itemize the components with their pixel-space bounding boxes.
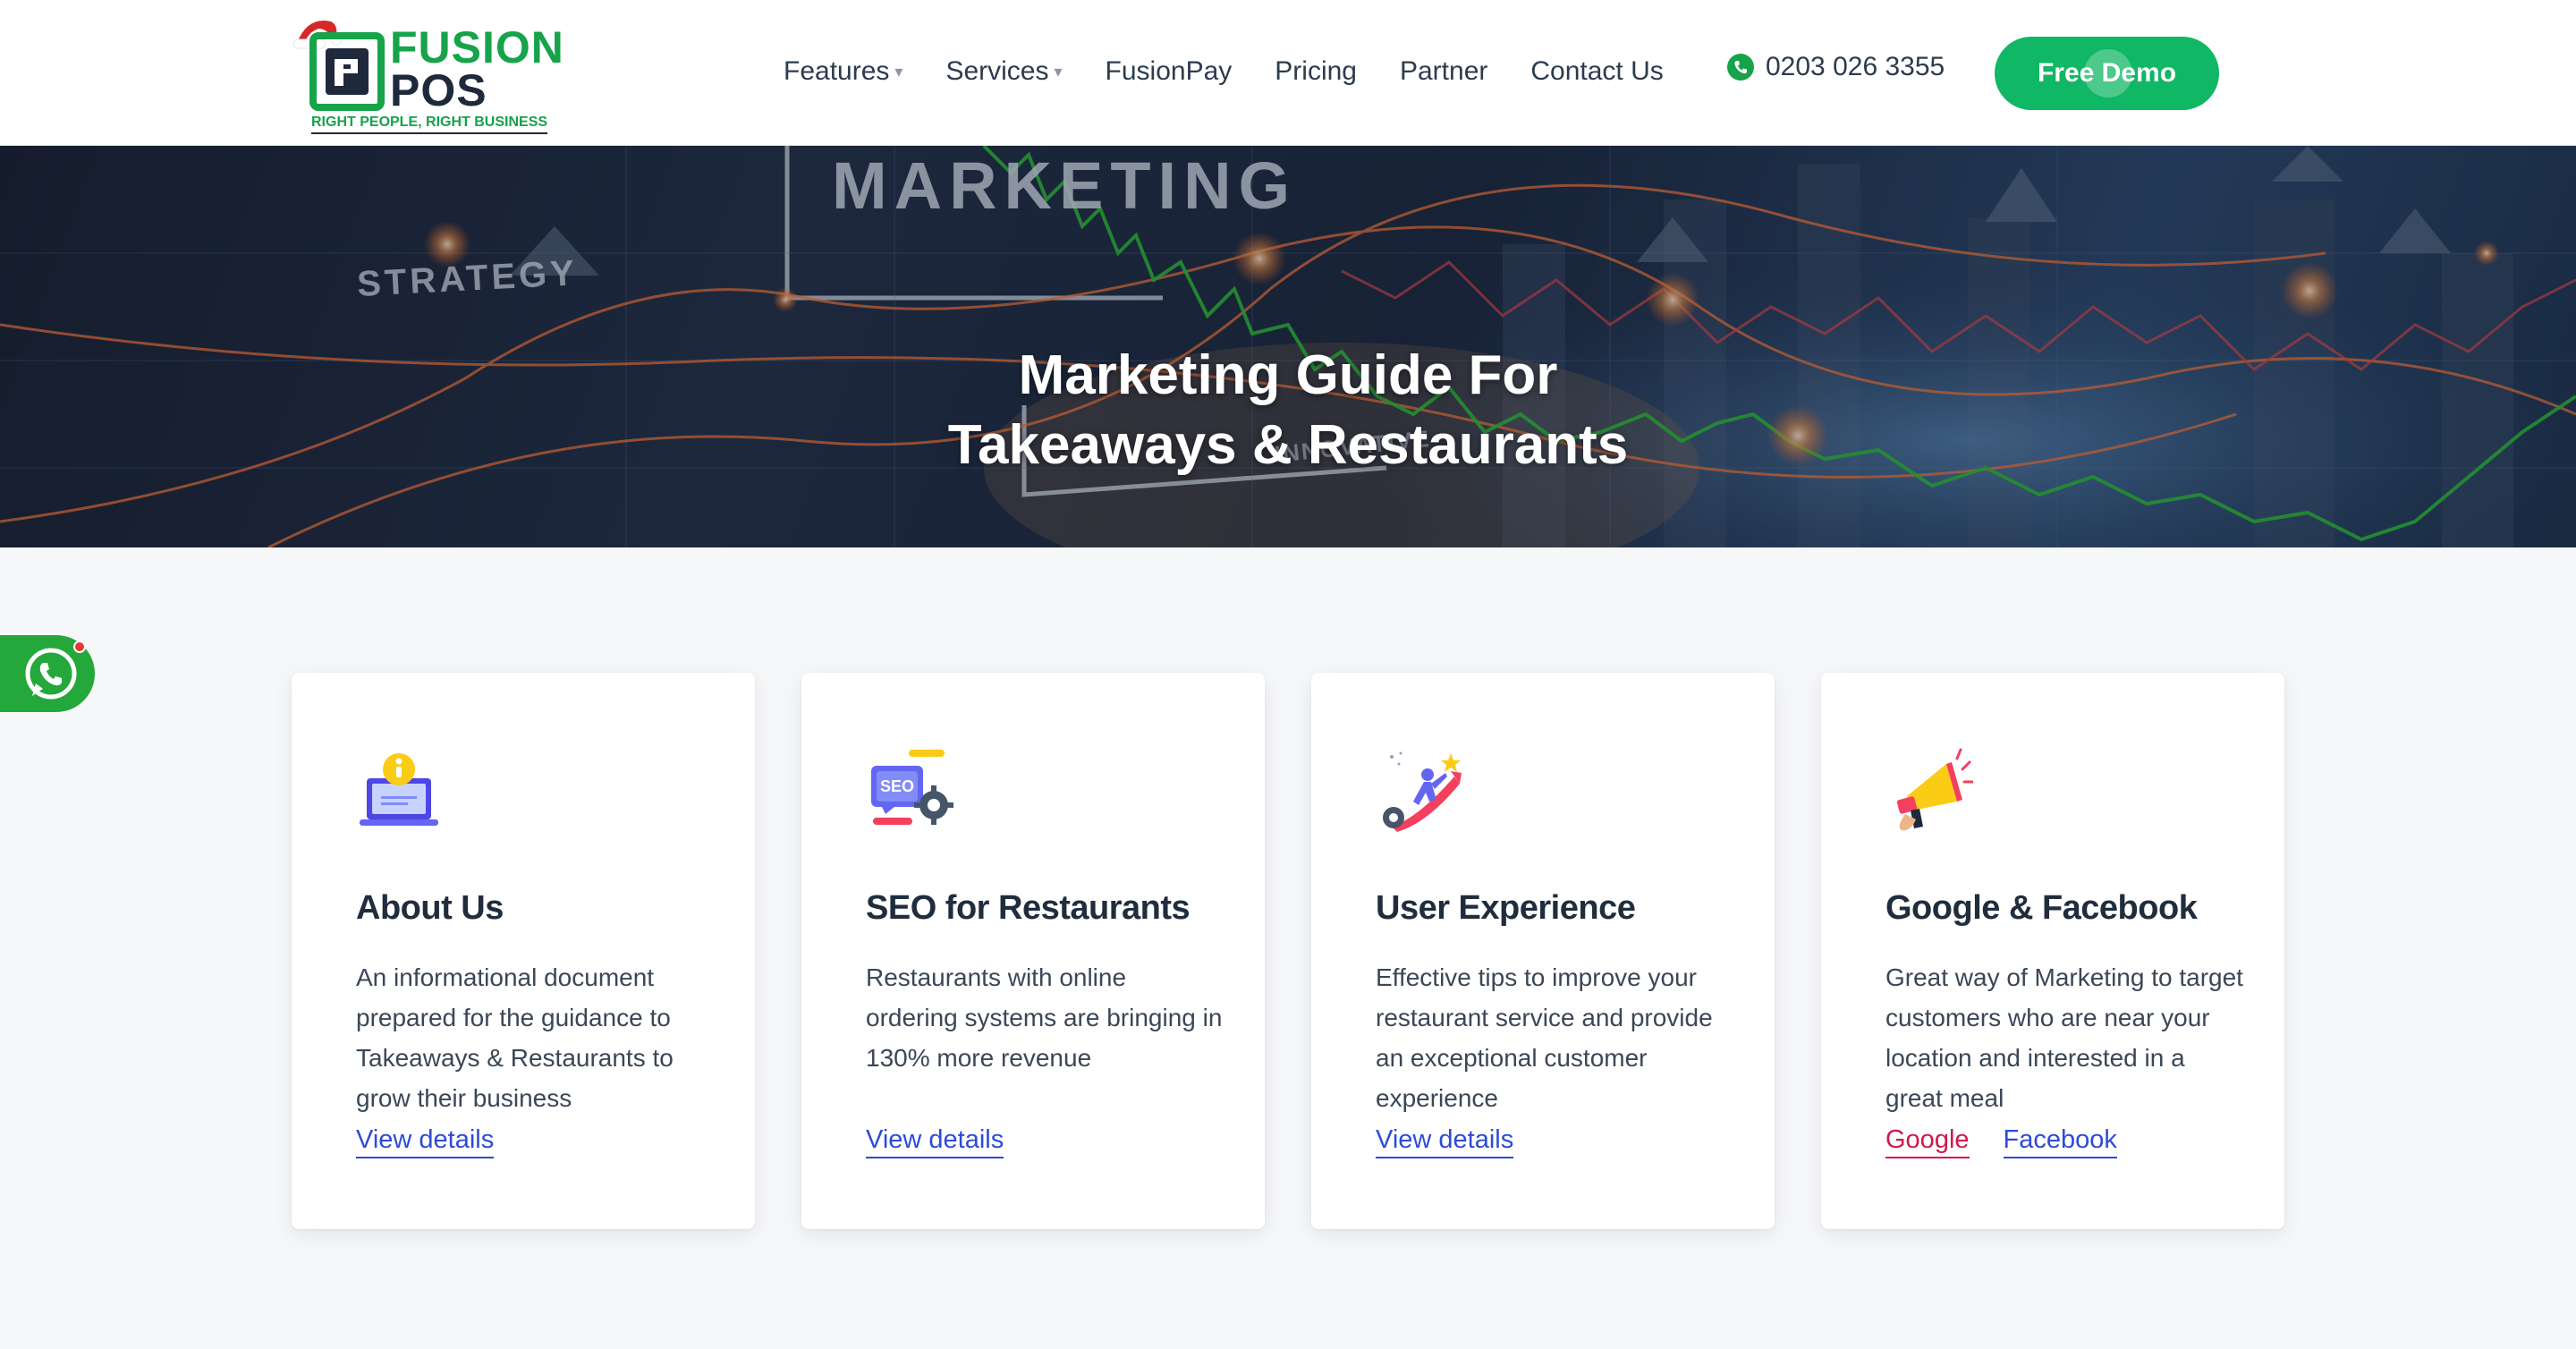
card-links: View details [866,1125,1038,1158]
page-title-line-2: Takeaways & Restaurants [947,413,1629,476]
nav-item-fusionpay[interactable]: FusionPay [1106,56,1233,87]
card-description: Restaurants with online ordering systems… [866,963,1223,1072]
logo-tagline: RIGHT PEOPLE, RIGHT BUSINESS [311,115,548,134]
nav-item-contact-us[interactable]: Contact Us [1530,56,1663,87]
card-title: Google & Facebook [1885,888,2198,927]
nav-item-label: Contact Us [1530,56,1664,86]
whatsapp-chat-button[interactable] [0,635,95,712]
chevron-down-icon: ▾ [894,62,903,81]
notification-dot [73,641,86,653]
card-user-experience: User Experience Effective tips to improv… [1311,673,1775,1229]
main-nav: Features ▾ Services ▾ FusionPay Pricing … [784,52,1707,91]
whatsapp-icon [25,648,77,700]
card-about-us: About Us An informational document prepa… [292,673,755,1229]
nav-item-label: Features [784,56,890,86]
hero-banner: MARKETING STRATEGY INNOVATIVE Marketing … [0,146,2576,547]
view-details-link[interactable]: View details [356,1125,495,1158]
fusion-pos-mark-icon [309,32,385,111]
free-demo-button[interactable]: Free Demo [1995,37,2219,110]
nav-item-services[interactable]: Services ▾ [945,56,1062,87]
nav-item-partner[interactable]: Partner [1400,56,1487,87]
facebook-link[interactable]: Facebook [2003,1125,2117,1158]
seo-gear-icon: SEO [871,750,953,825]
nav-item-features[interactable]: Features ▾ [784,56,902,87]
growth-climb-icon [1383,751,1462,832]
card-description: Great way of Marketing to target custome… [1885,963,2243,1112]
view-details-link[interactable]: View details [866,1125,1004,1158]
card-description: Effective tips to improve your restauran… [1376,963,1713,1112]
card-google-facebook: Google & Facebook Great way of Marketing… [1821,673,2284,1229]
page-title-line-1: Marketing Guide For [1018,344,1558,406]
nav-item-pricing[interactable]: Pricing [1275,56,1357,87]
nav-item-label: Services [945,56,1049,86]
guide-cards: About Us An informational document prepa… [292,673,2284,1229]
page-title: Marketing Guide For Takeaways & Restaura… [0,341,2576,480]
card-description: An informational document prepared for t… [356,963,674,1112]
phone-number: 0203 026 3355 [1766,52,1945,81]
phone-link[interactable]: 0203 026 3355 [1726,52,1945,82]
card-links: View details [1376,1125,1547,1158]
svg-text:SEO: SEO [880,777,914,795]
info-laptop-icon [360,753,438,826]
megaphone-icon [1896,748,1973,831]
fusion-pos-logo[interactable]: FUSION POS RIGHT PEOPLE, RIGHT BUSINESS [292,13,564,138]
nav-item-label: FusionPay [1105,56,1233,86]
site-header: FUSION POS RIGHT PEOPLE, RIGHT BUSINESS … [0,0,2576,146]
card-seo-restaurants: SEO SEO for Restaurants Restaurants with… [801,673,1265,1229]
chevron-down-icon: ▾ [1054,62,1063,81]
view-details-link[interactable]: View details [1376,1125,1514,1158]
card-links: Google Facebook [1885,1125,2151,1158]
free-demo-label: Free Demo [2037,58,2177,88]
nav-item-label: Partner [1399,56,1488,86]
card-title: About Us [356,888,504,927]
phone-icon [1727,54,1754,81]
logo-text-pos: POS [390,65,487,115]
card-title: SEO for Restaurants [866,888,1191,927]
google-link[interactable]: Google [1885,1125,1970,1158]
card-title: User Experience [1376,888,1636,927]
card-links: View details [356,1125,528,1158]
nav-item-label: Pricing [1275,56,1357,86]
